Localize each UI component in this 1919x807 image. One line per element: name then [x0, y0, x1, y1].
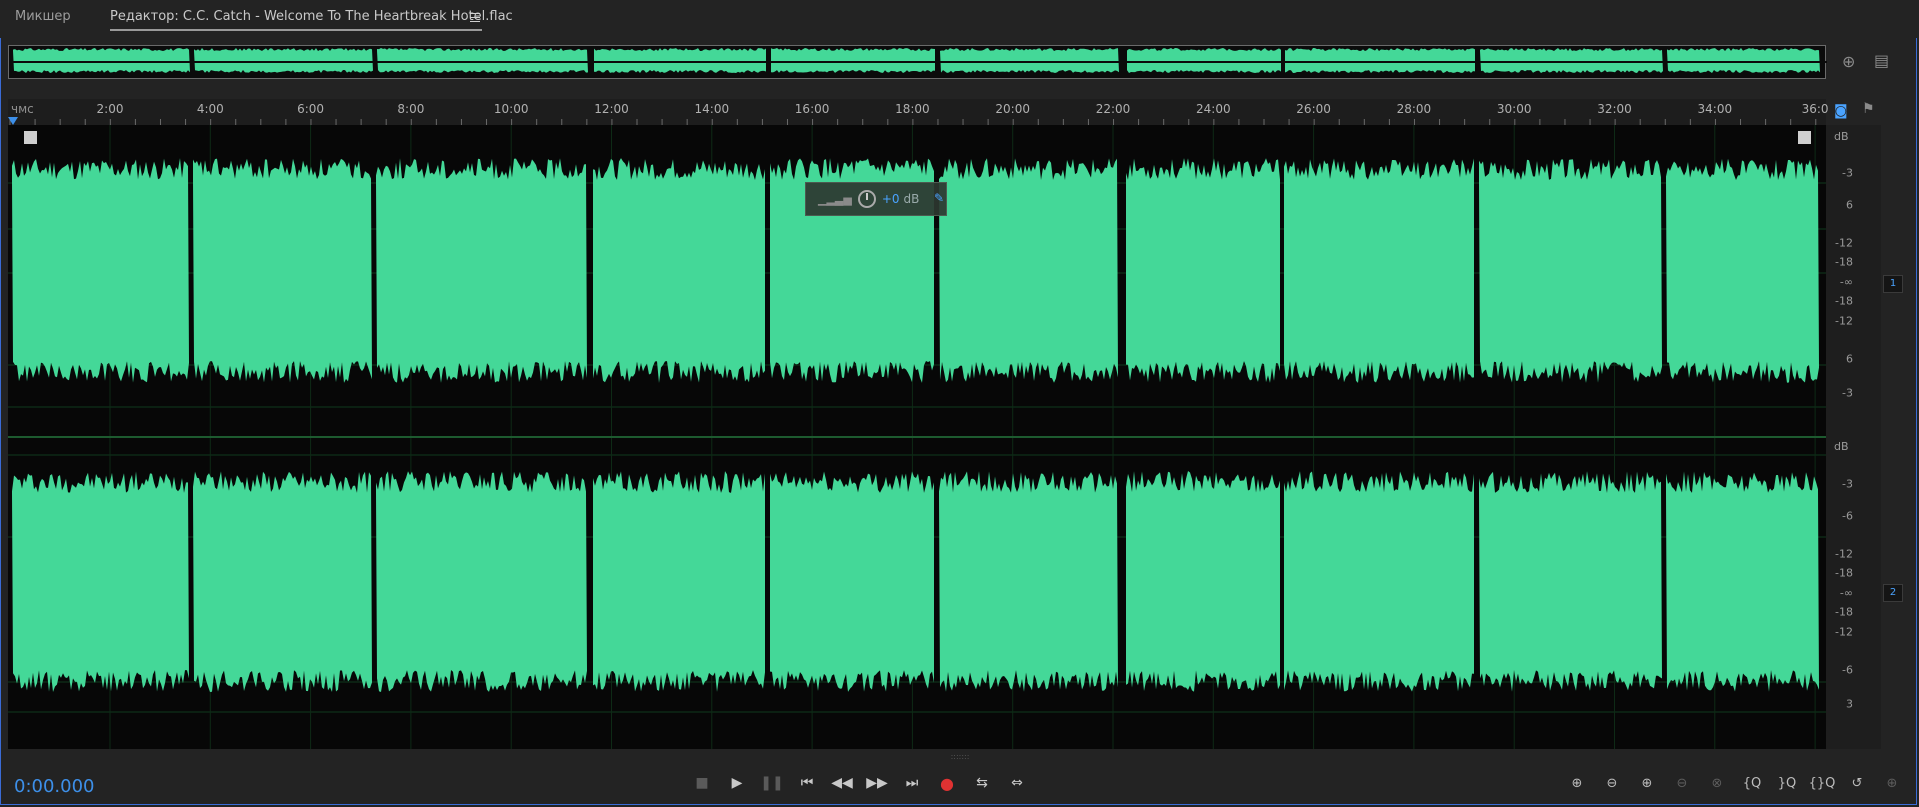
db-label: -3 — [1842, 477, 1853, 491]
ruler-label: 8:00 — [397, 102, 425, 116]
zoom-in-time-button[interactable]: ⊕ — [1634, 771, 1660, 795]
ruler-label: 6:00 — [297, 102, 325, 116]
zoom-in-amplitude-button[interactable]: ⊕ — [1564, 771, 1590, 795]
db-label: -12 — [1835, 547, 1853, 561]
tab-mixer[interactable]: Микшер — [15, 9, 71, 24]
db-unit-top: dB — [1834, 130, 1849, 143]
db-unit-bottom: dB — [1834, 440, 1849, 453]
ruler-label: 16:00 — [794, 102, 830, 116]
ruler-label: 30:00 — [1496, 102, 1532, 116]
zoom-extra-button[interactable]: ⊕ — [1879, 771, 1905, 795]
db-label: -3 — [1842, 166, 1853, 180]
rewind-button[interactable]: ◀◀ — [830, 771, 854, 795]
ruler-label: 4:00 — [196, 102, 224, 116]
db-label: -18 — [1835, 294, 1853, 308]
zoom-reset-button[interactable]: ↺ — [1844, 771, 1870, 795]
to-start-button[interactable]: ⏮ — [795, 771, 819, 795]
list-view-icon[interactable]: ▤ — [1874, 51, 1889, 70]
overview-waveform[interactable] — [8, 45, 1827, 79]
ruler-label: 2:00 — [96, 102, 124, 116]
db-label: -12 — [1835, 314, 1853, 328]
zoom-selection-button[interactable]: {}Q — [1809, 771, 1836, 795]
db-label: -18 — [1835, 566, 1853, 580]
ruler-label: 34:00 — [1697, 102, 1733, 116]
db-label: 6 — [1846, 352, 1853, 366]
pause-button[interactable]: ❚❚ — [760, 771, 784, 795]
to-end-button[interactable]: ⏭ — [900, 771, 924, 795]
ruler-label: 28:00 — [1396, 102, 1432, 116]
ruler-label: 18:00 — [895, 102, 930, 116]
overview-waveform-drawing — [9, 48, 1827, 73]
ruler-label: 22:00 — [1095, 102, 1131, 116]
waveform-editor[interactable] — [8, 125, 1826, 749]
zoom-navigator-icon[interactable]: ⊕ — [1842, 52, 1855, 71]
db-label: -∞ — [1839, 275, 1853, 289]
active-tab-indicator — [110, 29, 482, 31]
ruler-label: 26:00 — [1296, 102, 1331, 116]
db-scale: dB dB -3 6 -12 -18 -∞ -18 -12 6 -3 -3 -6 -12 -18 -∞ -1… — [1826, 125, 1881, 749]
marker-pin-icon[interactable]: ⚑ — [1862, 101, 1875, 117]
tab-bar: Микшер Редактор: C.C. Catch - Welcome To… — [0, 0, 1919, 38]
stop-button[interactable]: ■ — [690, 771, 714, 795]
zoom-in-start-button[interactable]: {Q — [1739, 771, 1765, 795]
zoom-controls: ⊕ ⊖ ⊕ ⊖ ⊗ {Q }Q {}Q ↺ ⊕ — [1564, 771, 1905, 795]
channel-1-badge[interactable]: 1 — [1883, 275, 1903, 293]
ruler-label: 14:00 — [694, 102, 730, 116]
db-label: -12 — [1835, 236, 1853, 250]
gain-value[interactable]: +0 — [882, 192, 900, 206]
ruler-label: 36:0 — [1801, 102, 1829, 116]
skip-selection-button[interactable]: ⇔ — [1005, 771, 1029, 795]
tab-menu-icon[interactable] — [470, 13, 480, 22]
time-ruler[interactable]: чмс 2:00 4:00 6:00 8:00 10:00 12:00 14:00 16:00… — [8, 99, 1829, 126]
db-label: -3 — [1842, 386, 1853, 400]
channel-2-badge[interactable]: 2 — [1883, 584, 1903, 602]
fade-in-handle[interactable] — [24, 131, 37, 144]
record-button[interactable]: ● — [935, 771, 959, 795]
db-label: 6 — [1846, 198, 1853, 212]
play-button[interactable]: ▶ — [725, 771, 749, 795]
ruler-label: 10:00 — [493, 102, 529, 116]
zoom-out-amplitude-button[interactable]: ⊖ — [1599, 771, 1625, 795]
zoom-in-end-button[interactable]: }Q — [1774, 771, 1800, 795]
fast-forward-button[interactable]: ▶▶ — [865, 771, 889, 795]
headphones-icon[interactable]: ◙ — [1834, 103, 1848, 119]
fade-out-handle[interactable] — [1798, 131, 1811, 144]
time-display[interactable]: 0:00.000 — [14, 776, 95, 797]
db-label: -∞ — [1839, 586, 1853, 600]
zoom-out-time-button[interactable]: ⊖ — [1669, 771, 1695, 795]
gain-unit: dB — [903, 192, 920, 206]
db-label: -6 — [1842, 509, 1853, 523]
loop-button[interactable]: ⇆ — [970, 771, 994, 795]
waveform-drawing — [8, 125, 1826, 749]
db-label: 3 — [1846, 697, 1853, 711]
scroll-grip[interactable]: ::::::: — [945, 752, 975, 761]
db-label: -18 — [1835, 255, 1853, 269]
db-label: -6 — [1842, 663, 1853, 677]
level-bars-icon: ▁▂▃▅ — [818, 192, 852, 206]
db-label: -18 — [1835, 605, 1853, 619]
ruler-label: 20:00 — [995, 102, 1030, 116]
ruler-label: 12:00 — [594, 102, 629, 116]
tab-editor[interactable]: Редактор: C.C. Catch - Welcome To The He… — [110, 9, 513, 24]
transport-controls: ■ ▶ ❚❚ ⏮ ◀◀ ▶▶ ⏭ ● ⇆ ⇔ — [690, 771, 1029, 795]
zoom-out-full-button[interactable]: ⊗ — [1704, 771, 1730, 795]
pin-icon[interactable]: ✎ — [934, 191, 944, 205]
gain-hud[interactable]: ▁▂▃▅ +0 dB ✎ — [805, 182, 947, 216]
db-label: -12 — [1835, 625, 1853, 639]
ruler-label: 24:00 — [1196, 102, 1231, 116]
gain-knob[interactable] — [857, 190, 876, 208]
ruler-label: 32:00 — [1597, 102, 1632, 116]
